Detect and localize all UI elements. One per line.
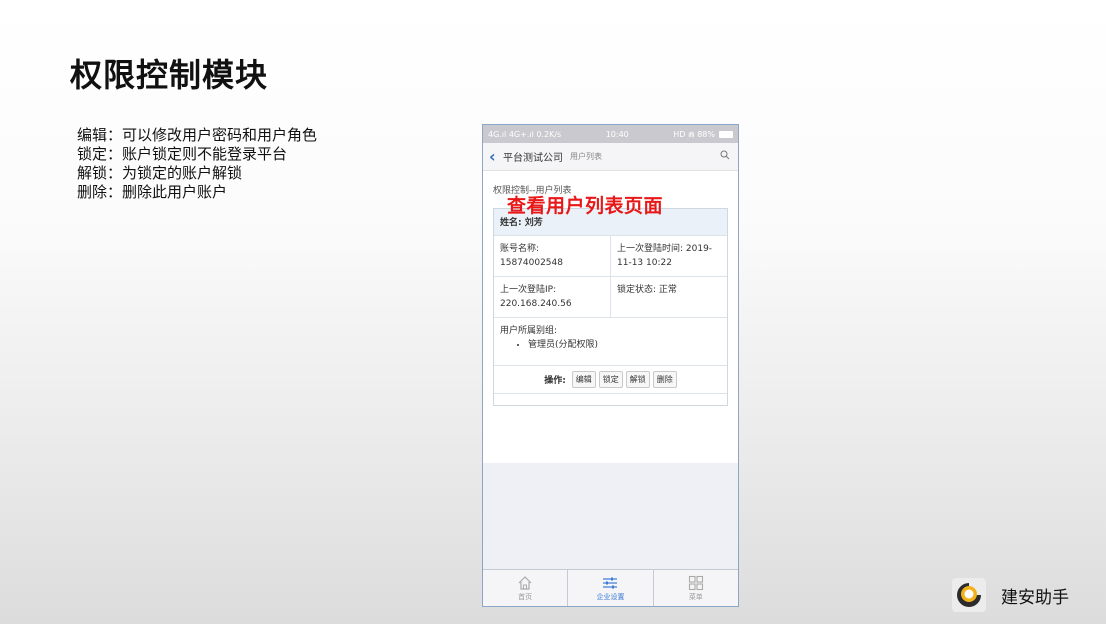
status-network: 4G.ıl 4G+.ıl 0.2K/s xyxy=(488,129,562,139)
feature-description: 编辑：可以修改用户密码和用户角色 锁定：账户锁定则不能登录平台 解锁：为锁定的账… xyxy=(77,126,317,202)
lock-status: 锁定状态: 正常 xyxy=(610,277,727,317)
nav-subtitle: 用户列表 xyxy=(570,152,602,161)
account-label: 账号名称: xyxy=(500,244,540,254)
group-item: 管理员(分配权限) xyxy=(528,338,721,352)
nav-title: 平台测试公司 xyxy=(503,153,563,164)
desc-delete: 删除：删除此用户账户 xyxy=(77,183,228,201)
status-right: HD ⋒ 88% xyxy=(673,130,733,139)
tab-home[interactable]: 首页 xyxy=(483,570,567,606)
ip-value: 220.168.240.56 xyxy=(500,299,572,309)
desc-lock: 锁定：账户锁定则不能登录平台 xyxy=(77,145,288,163)
tab-label: 企业设置 xyxy=(596,592,625,601)
tab-label: 首页 xyxy=(518,592,533,601)
status-bar: 4G.ıl 4G+.ıl 0.2K/s 10:40 HD ⋒ 88% xyxy=(483,125,738,143)
unlock-button[interactable]: 解锁 xyxy=(625,371,650,388)
action-bar: 操作: 编辑 锁定 解锁 删除 xyxy=(494,365,727,393)
card-footer xyxy=(494,393,727,405)
phone-screenshot: 4G.ıl 4G+.ıl 0.2K/s 10:40 HD ⋒ 88% ‹ 平台测… xyxy=(482,124,739,607)
overlay-caption: 查看用户列表页面 xyxy=(507,195,664,217)
ip-label: 上一次登陆IP: xyxy=(500,285,557,295)
home-icon xyxy=(518,575,532,590)
delete-button[interactable]: 删除 xyxy=(652,371,677,388)
account-value: 15874002548 xyxy=(500,258,563,268)
status-indicators: HD ⋒ 88% xyxy=(673,129,715,139)
user-info-row: 账号名称: 15874002548 上一次登陆时间: 2019-11-13 10… xyxy=(494,235,727,276)
menu-grid-icon xyxy=(688,575,703,590)
lock-button[interactable]: 锁定 xyxy=(598,371,623,388)
tab-label: 菜单 xyxy=(688,592,703,601)
settings-sliders-icon xyxy=(603,577,618,588)
battery-icon xyxy=(719,130,733,138)
slide-title: 权限控制模块 xyxy=(70,56,269,94)
desc-edit: 编辑：可以修改用户密码和用户角色 xyxy=(77,126,318,144)
account-cell: 账号名称: 15874002548 xyxy=(494,236,610,276)
page-content: 权限控制--用户列表 查看用户列表页面 姓名: 刘芳 账号名称: 1587400… xyxy=(483,171,738,463)
nav-bar: ‹ 平台测试公司 用户列表 xyxy=(483,143,738,171)
status-time: 10:40 xyxy=(605,129,629,139)
tab-menu[interactable]: 菜单 xyxy=(652,570,738,606)
user-groups: 用户所属别组: 管理员(分配权限) xyxy=(494,317,727,365)
edit-button[interactable]: 编辑 xyxy=(571,371,596,388)
brand-logo-icon xyxy=(952,578,986,612)
brand-name: 建安助手 xyxy=(1001,587,1069,608)
search-icon[interactable] xyxy=(720,150,730,160)
actions-label: 操作: xyxy=(544,376,566,386)
last-login-time: 上一次登陆时间: 2019-11-13 10:22 xyxy=(610,236,727,276)
desc-unlock: 解锁：为锁定的账户解锁 xyxy=(77,164,243,182)
user-info-row: 上一次登陆IP: 220.168.240.56 锁定状态: 正常 xyxy=(494,276,727,317)
back-icon[interactable]: ‹ xyxy=(489,148,501,165)
brand: 建安助手 xyxy=(952,578,1069,612)
ip-cell: 上一次登陆IP: 220.168.240.56 xyxy=(494,277,610,317)
user-card: 姓名: 刘芳 账号名称: 15874002548 上一次登陆时间: 2019-1… xyxy=(493,208,728,406)
groups-label: 用户所属别组: xyxy=(500,326,558,336)
tab-bar: 首页 企业设置 菜单 xyxy=(483,569,738,606)
tab-enterprise-settings[interactable]: 企业设置 xyxy=(567,570,652,606)
